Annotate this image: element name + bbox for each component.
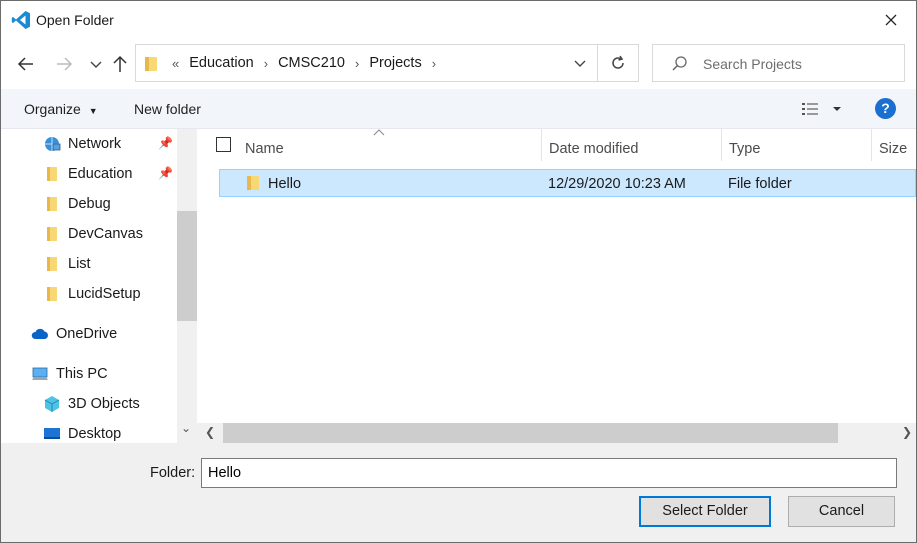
sidebar-item-network[interactable]: Network bbox=[43, 131, 121, 157]
column-header-date-modified[interactable]: Date modified bbox=[549, 129, 638, 169]
scroll-right-icon[interactable]: ❯ bbox=[902, 425, 912, 439]
breadcrumb-projects[interactable]: Projects bbox=[365, 55, 425, 71]
desktop-icon bbox=[44, 428, 60, 439]
file-type: File folder bbox=[728, 176, 792, 192]
folder-icon bbox=[145, 57, 157, 71]
title-bar: Open Folder bbox=[1, 1, 916, 39]
address-bar[interactable]: « Education › CMSC210 › Projects › bbox=[135, 44, 598, 82]
folder-icon bbox=[47, 257, 57, 271]
folder-name-input[interactable] bbox=[201, 458, 897, 488]
sidebar-item-label: DevCanvas bbox=[68, 226, 143, 242]
cloud-icon bbox=[31, 328, 48, 339]
column-divider[interactable] bbox=[721, 129, 722, 161]
chevron-right-icon[interactable]: › bbox=[349, 56, 365, 71]
breadcrumb-cmsc210[interactable]: CMSC210 bbox=[274, 55, 349, 71]
folder-label: Folder: bbox=[150, 465, 196, 481]
column-header-size[interactable]: Size bbox=[879, 129, 907, 169]
file-name: Hello bbox=[268, 176, 302, 192]
chevron-right-icon[interactable]: › bbox=[258, 56, 274, 71]
scrollbar-thumb[interactable] bbox=[177, 211, 197, 321]
sidebar-item-lucidsetup[interactable]: LucidSetup bbox=[43, 281, 141, 307]
breadcrumb-education[interactable]: Education bbox=[185, 55, 258, 71]
navigation-bar: « Education › CMSC210 › Projects › Searc… bbox=[1, 39, 916, 89]
folder-icon bbox=[47, 197, 57, 211]
sidebar-item-label: List bbox=[68, 256, 91, 272]
open-folder-dialog: Open Folder « Education › CMSC210 › Proj… bbox=[0, 0, 917, 543]
breadcrumb-overflow[interactable]: « bbox=[166, 56, 185, 71]
sidebar-item-devcanvas[interactable]: DevCanvas bbox=[43, 221, 143, 247]
sidebar-item-desktop[interactable]: Desktop bbox=[43, 421, 121, 443]
folder-icon bbox=[47, 227, 57, 241]
organize-label: Organize bbox=[24, 101, 81, 117]
sidebar-item-onedrive[interactable]: OneDrive bbox=[31, 321, 117, 347]
pin-icon[interactable]: 📌 bbox=[158, 166, 173, 180]
sidebar-item-label: 3D Objects bbox=[68, 396, 140, 412]
view-options-icon[interactable] bbox=[801, 101, 841, 117]
sidebar-item-label: Debug bbox=[68, 196, 111, 212]
window-title: Open Folder bbox=[36, 12, 114, 28]
computer-icon bbox=[32, 367, 48, 380]
sidebar-item-label: Desktop bbox=[68, 426, 122, 442]
sidebar-item-this-pc[interactable]: This PC bbox=[31, 361, 108, 387]
chevron-right-icon[interactable]: › bbox=[426, 56, 442, 71]
select-folder-button[interactable]: Select Folder bbox=[639, 496, 771, 527]
refresh-icon bbox=[612, 55, 624, 69]
address-dropdown-icon[interactable] bbox=[573, 58, 587, 70]
refresh-button[interactable] bbox=[598, 44, 639, 82]
file-list: Name Date modified Type Size Hello 12/29… bbox=[197, 129, 916, 443]
folder-icon bbox=[47, 287, 57, 301]
sidebar-item-3d-objects[interactable]: 3D Objects bbox=[43, 391, 140, 417]
sidebar-item-debug[interactable]: Debug bbox=[43, 191, 111, 217]
scroll-down-icon[interactable]: ⌄ bbox=[181, 421, 191, 435]
folder-icon bbox=[47, 167, 57, 181]
table-row[interactable]: Hello 12/29/2020 10:23 AM File folder bbox=[219, 169, 916, 197]
sidebar-item-education[interactable]: Education bbox=[43, 161, 133, 187]
scroll-left-icon[interactable]: ❮ bbox=[205, 425, 215, 439]
vscode-icon bbox=[11, 11, 31, 29]
nav-pane-scrollbar[interactable]: ⌄ bbox=[177, 129, 197, 443]
pin-icon[interactable]: 📌 bbox=[158, 136, 173, 150]
column-header-name[interactable]: Name bbox=[245, 129, 284, 169]
arrow-right-icon[interactable] bbox=[53, 53, 75, 75]
column-header-type[interactable]: Type bbox=[729, 129, 760, 169]
sidebar-item-label: Education bbox=[68, 166, 133, 182]
scrollbar-thumb[interactable] bbox=[223, 423, 838, 443]
sort-ascending-icon bbox=[373, 129, 385, 136]
search-icon bbox=[672, 56, 687, 71]
organize-menu[interactable]: Organize ▼ bbox=[24, 101, 98, 117]
file-list-scrollbar[interactable]: ❮ ❯ bbox=[197, 423, 916, 443]
select-all-checkbox[interactable] bbox=[216, 137, 231, 152]
arrow-up-icon[interactable] bbox=[109, 53, 131, 75]
sidebar-item-label: This PC bbox=[56, 366, 108, 382]
file-date-modified: 12/29/2020 10:23 AM bbox=[548, 176, 686, 192]
dialog-footer: Folder: Select Folder Cancel bbox=[1, 443, 916, 542]
sidebar-item-label: LucidSetup bbox=[68, 286, 141, 302]
close-icon[interactable] bbox=[880, 9, 902, 31]
command-bar: Organize ▼ New folder ? bbox=[1, 89, 916, 129]
column-divider[interactable] bbox=[871, 129, 872, 161]
search-placeholder: Search Projects bbox=[703, 56, 802, 72]
search-box[interactable]: Search Projects bbox=[652, 44, 905, 82]
cube-icon bbox=[44, 396, 60, 412]
navigation-pane: Network 📌 Education 📌 Debug DevCanvas Li… bbox=[1, 129, 197, 443]
sidebar-item-list[interactable]: List bbox=[43, 251, 91, 277]
help-icon[interactable]: ? bbox=[875, 98, 896, 119]
new-folder-button[interactable]: New folder bbox=[134, 101, 201, 117]
folder-icon bbox=[247, 176, 259, 190]
network-icon bbox=[45, 137, 61, 151]
arrow-left-icon[interactable] bbox=[15, 53, 37, 75]
column-divider[interactable] bbox=[541, 129, 542, 161]
chevron-down-icon[interactable] bbox=[85, 53, 107, 75]
caret-down-icon: ▼ bbox=[88, 106, 98, 116]
cancel-button[interactable]: Cancel bbox=[788, 496, 895, 527]
sidebar-item-label: Network bbox=[68, 136, 122, 152]
sidebar-item-label: OneDrive bbox=[56, 326, 118, 342]
